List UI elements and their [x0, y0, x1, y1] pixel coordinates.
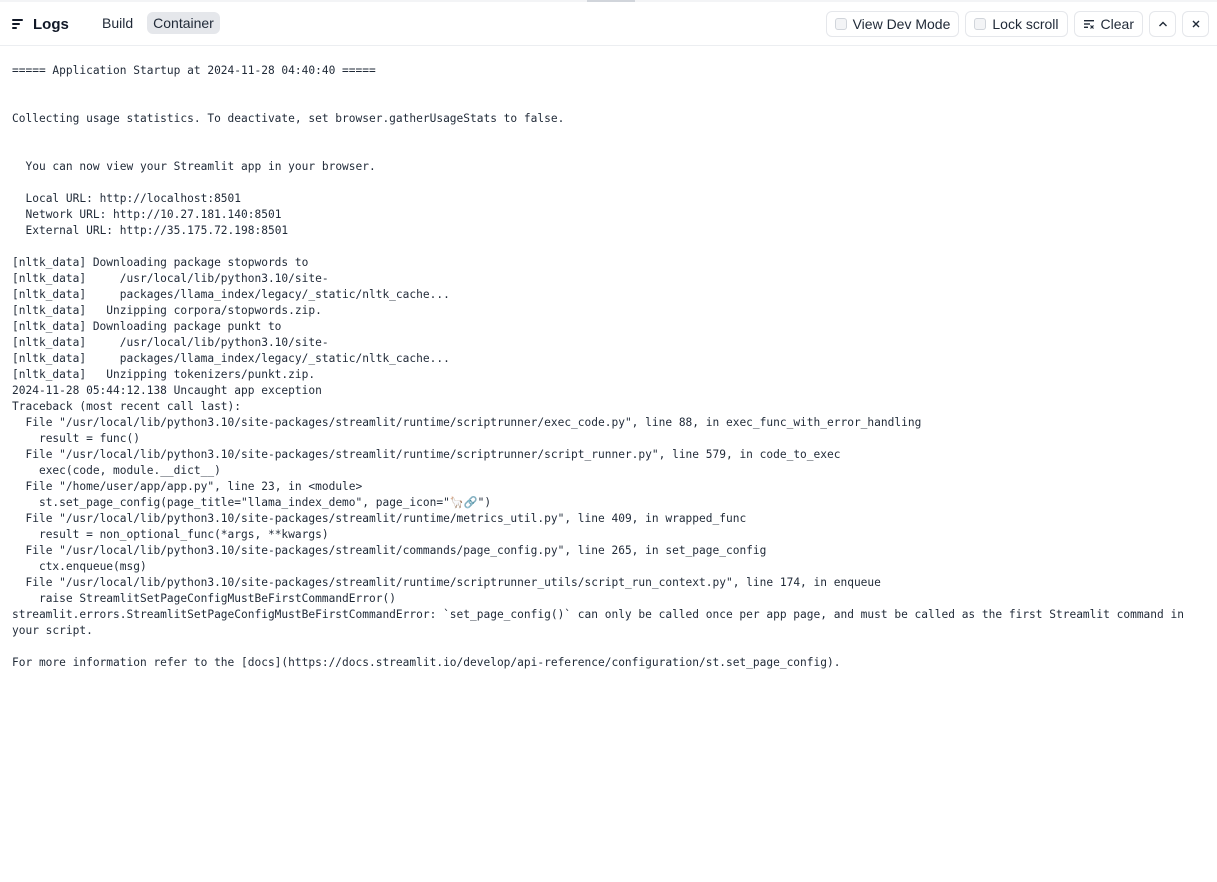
clear-list-icon — [1083, 20, 1094, 29]
log-line: [nltk_data] /usr/local/lib/python3.10/si… — [12, 336, 329, 349]
log-line: File "/usr/local/lib/python3.10/site-pac… — [12, 544, 767, 557]
logs-title-label: Logs — [33, 15, 69, 33]
tab-build[interactable]: Build — [96, 12, 139, 34]
log-line: [nltk_data] /usr/local/lib/python3.10/si… — [12, 272, 329, 285]
clear-label: Clear — [1100, 16, 1134, 32]
log-line: [nltk_data] packages/llama_index/legacy/… — [12, 288, 450, 301]
log-line: ctx.enqueue(msg) — [12, 560, 147, 573]
log-line: File "/usr/local/lib/python3.10/site-pac… — [12, 576, 881, 589]
log-output: ===== Application Startup at 2024-11-28 … — [12, 63, 1207, 671]
logs-actions: View Dev Mode Lock scroll Clear — [825, 11, 1209, 37]
log-line: [nltk_data] packages/llama_index/legacy/… — [12, 352, 450, 365]
log-line: streamlit.errors.StreamlitSetPageConfigM… — [12, 608, 1191, 637]
log-line: You can now view your Streamlit app in y… — [12, 160, 376, 173]
log-line: External URL: http://35.175.72.198:8501 — [12, 224, 289, 237]
log-line: [nltk_data] Downloading package stopword… — [12, 256, 309, 269]
log-line: [nltk_data] Downloading package punkt to — [12, 320, 282, 333]
lock-scroll-label: Lock scroll — [992, 16, 1059, 32]
view-dev-mode-checkbox[interactable] — [834, 18, 847, 30]
log-line: raise StreamlitSetPageConfigMustBeFirstC… — [12, 592, 396, 605]
log-line: result = func() — [12, 432, 140, 445]
log-line: [nltk_data] Unzipping corpora/stopwords.… — [12, 304, 322, 317]
logs-title: Logs — [12, 14, 69, 34]
logs-tabs: Build Container — [96, 12, 220, 34]
log-line: File "/usr/local/lib/python3.10/site-pac… — [12, 416, 922, 429]
log-line: Traceback (most recent call last): — [12, 400, 242, 413]
log-line: File "/usr/local/lib/python3.10/site-pac… — [12, 512, 747, 525]
view-dev-mode-label: View Dev Mode — [852, 16, 951, 32]
log-line: result = non_optional_func(*args, **kwar… — [12, 528, 329, 541]
log-line: File "/usr/local/lib/python3.10/site-pac… — [12, 448, 841, 461]
log-line: For more information refer to the [docs]… — [12, 656, 841, 669]
log-line: ===== Application Startup at 2024-11-28 … — [12, 64, 376, 77]
log-line: Collecting usage statistics. To deactiva… — [12, 112, 565, 125]
lock-scroll-checkbox[interactable] — [974, 18, 987, 30]
log-line: File "/home/user/app/app.py", line 23, i… — [12, 480, 363, 493]
log-line: Network URL: http://10.27.181.140:8501 — [12, 208, 282, 221]
logs-header: Logs Build Container View Dev Mode Lock … — [0, 2, 1217, 46]
tab-container[interactable]: Container — [147, 12, 220, 34]
close-icon — [1192, 20, 1199, 28]
log-line: [nltk_data] Unzipping tokenizers/punkt.z… — [12, 368, 316, 381]
close-button[interactable] — [1182, 11, 1209, 37]
log-line: st.set_page_config(page_title="llama_ind… — [12, 496, 492, 509]
logs-list-icon — [12, 17, 26, 31]
lock-scroll-toggle[interactable]: Lock scroll — [965, 11, 1068, 37]
clear-button[interactable]: Clear — [1073, 11, 1143, 37]
view-dev-mode-toggle[interactable]: View Dev Mode — [825, 11, 960, 37]
log-line: exec(code, module.__dict__) — [12, 464, 221, 477]
log-line: Local URL: http://localhost:8501 — [12, 192, 242, 205]
log-line: 2024-11-28 05:44:12.138 Uncaught app exc… — [12, 384, 322, 397]
chevron-up-icon — [1158, 21, 1167, 27]
collapse-button[interactable] — [1149, 11, 1176, 37]
